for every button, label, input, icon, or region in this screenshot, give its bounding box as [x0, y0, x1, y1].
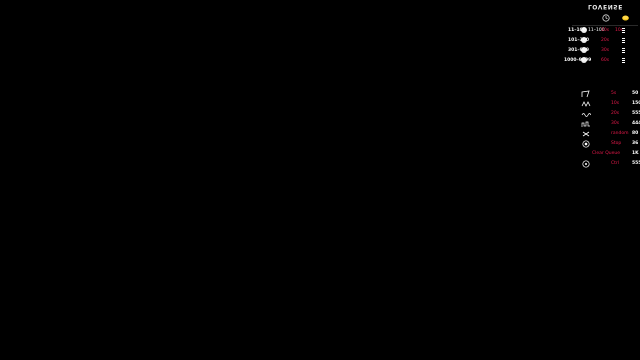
duration-label: Ctrl: [611, 161, 620, 166]
tip-menu-panel: LOVENSE 11–100 10s 11–100 10s 101–300 20…: [564, 0, 640, 180]
stop-icon: [582, 140, 590, 148]
brand-logo: LOVENSE: [588, 3, 623, 10]
clock-icon: [602, 14, 610, 22]
range-label: 301–999: [568, 48, 590, 53]
duration-label: 20s: [611, 111, 620, 116]
range-label: 11–100: [568, 28, 586, 33]
amount-label: 444: [632, 121, 640, 126]
duration-label: 10s: [611, 101, 620, 106]
tip-menu-header: [570, 14, 640, 24]
bars-icon: [622, 28, 625, 33]
coin-icon: [622, 15, 629, 21]
tip-level-row-3: 301–999 30s: [568, 47, 640, 55]
duration-label: 30s: [601, 48, 610, 53]
pattern-row-1: 5s 50: [570, 90, 640, 99]
pattern-row-4: 30s 444: [570, 120, 640, 129]
range-label: 1000–9999: [564, 58, 592, 63]
amount-label: 555: [632, 111, 640, 116]
duration-label: random: [611, 131, 629, 136]
bars-icon: [622, 58, 625, 63]
duration-label: 60s: [601, 58, 610, 63]
earthquake-icon: [581, 121, 590, 127]
random-icon: [582, 131, 590, 137]
duration-label: 10s: [601, 28, 610, 33]
amount-label: 5555: [632, 161, 640, 166]
tip-level-row-2: 101–300 20s: [568, 37, 640, 45]
amount-label: 150: [632, 101, 640, 106]
amount-label: 36: [632, 141, 639, 146]
bars-icon: [622, 48, 625, 53]
pattern-row-2: 10s 150: [570, 100, 640, 109]
duration-label: 20s: [601, 38, 610, 43]
tip-level-row-4: 1000–9999 60s: [564, 57, 640, 65]
range-label: 101–300: [568, 38, 590, 43]
fireworks-icon: [581, 113, 591, 117]
amount-label: 50: [632, 91, 639, 96]
duration-label: 5s: [611, 91, 617, 96]
duration-label: 30s: [611, 121, 620, 126]
pattern-row-5: random 80: [570, 130, 640, 139]
pattern-row-6: Stop 36: [570, 140, 640, 149]
pulse-icon: [581, 90, 590, 98]
duration-label: Stop: [611, 141, 622, 146]
tip-level-row-1: 11–100 10s: [568, 27, 640, 35]
pattern-row-7: Clear Queue 1K: [570, 150, 640, 159]
wave-icon: [581, 101, 591, 107]
pattern-row-8: Ctrl 5555: [570, 160, 640, 169]
amount-label: 80: [632, 131, 639, 136]
control-icon: [582, 160, 590, 168]
pattern-row-3: 20s 555: [570, 110, 640, 119]
duration-label: Clear Queue: [592, 151, 620, 156]
bars-icon: [622, 38, 625, 43]
amount-label: 1K: [632, 151, 639, 156]
divider: [572, 25, 638, 26]
